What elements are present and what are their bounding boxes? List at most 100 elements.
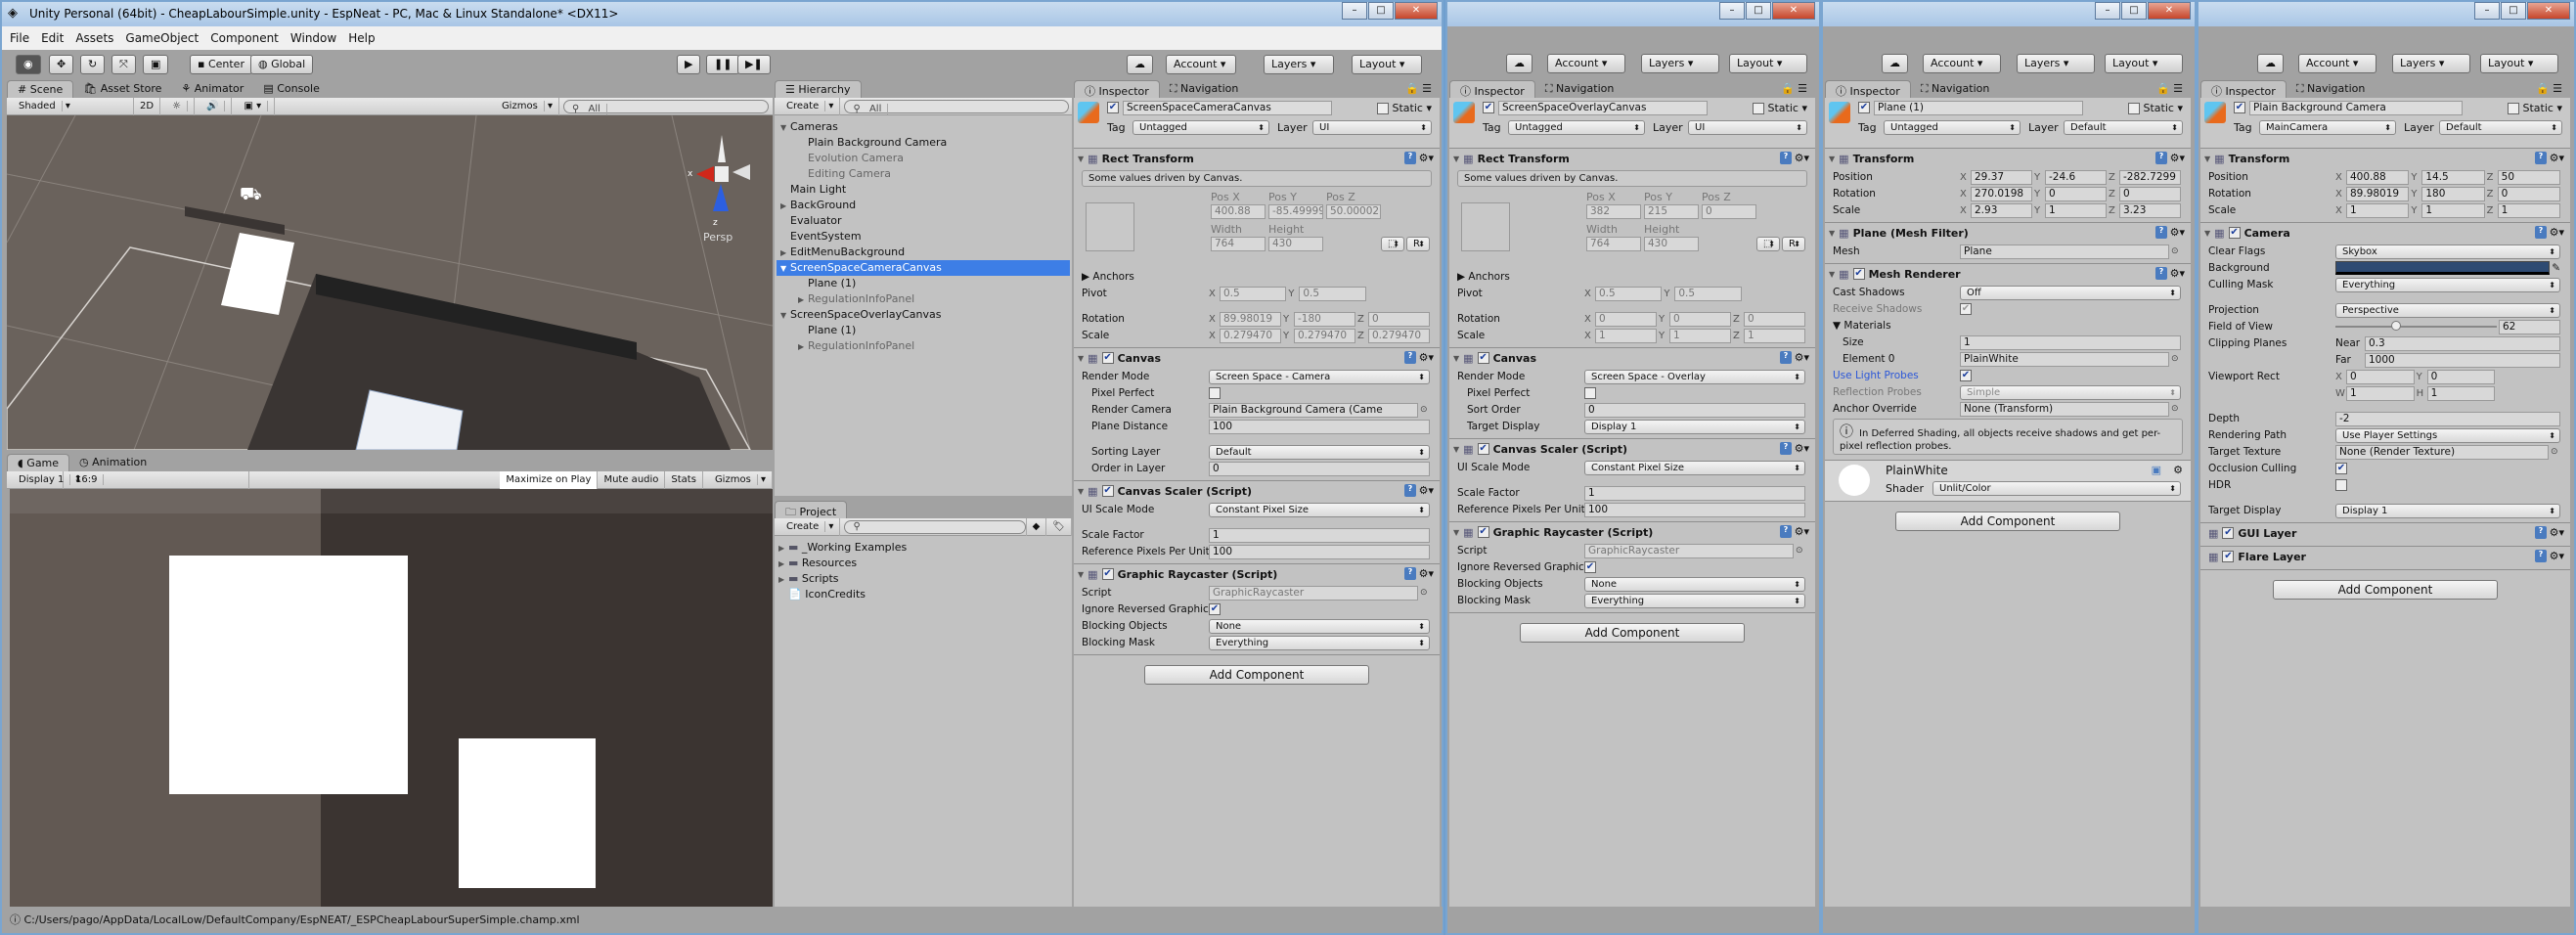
component-enabled-checkbox[interactable]: ✔	[1852, 268, 1865, 280]
layout-dropdown[interactable]: Layout ▾	[1729, 54, 1807, 73]
value-field[interactable]: 0	[1209, 461, 1430, 476]
tag-dropdown[interactable]: Untagged	[1884, 120, 2021, 135]
axis-value-field[interactable]: 1	[1595, 328, 1657, 343]
add-component-button[interactable]: Add Component	[1895, 512, 2120, 531]
axis-value-field[interactable]: 29.37	[1971, 169, 2032, 185]
hierarchy-item[interactable]: Plane (1)	[777, 323, 1070, 338]
axis-value-field[interactable]: -282.7299	[2119, 169, 2181, 185]
axis-value-field[interactable]: 0.279470	[1294, 328, 1355, 343]
tab-scene[interactable]: # Scene	[7, 80, 74, 98]
value-field[interactable]: 100	[1209, 419, 1430, 434]
play-button[interactable]: ▶	[677, 55, 701, 74]
gear-icon[interactable]: ⚙▾	[1795, 525, 1809, 538]
step-button[interactable]: ▶❚	[737, 55, 771, 74]
axis-value-field[interactable]: 14.5	[2421, 169, 2485, 185]
object-name-field[interactable]: ScreenSpaceOverlayCanvas	[1498, 101, 1708, 115]
help-icon[interactable]: ?	[1780, 525, 1792, 538]
pivot-center-toggle[interactable]: ▪ Center	[190, 55, 252, 74]
value-field[interactable]: Plain Background Camera (Came	[1209, 402, 1418, 418]
rect-size-field[interactable]: 430	[1644, 237, 1699, 251]
view-hand-tool[interactable]: ◉	[16, 55, 41, 74]
component-enabled-checkbox[interactable]: ✔	[1101, 568, 1114, 580]
axis-value-field[interactable]: 0.5	[1674, 286, 1742, 301]
tab-navigation[interactable]: ⛶ Navigation	[1160, 80, 1249, 98]
value-field[interactable]: -2	[2335, 411, 2560, 426]
minimize-button[interactable]: –	[2474, 2, 2500, 20]
layer-dropdown[interactable]: Default	[2064, 120, 2183, 135]
value-dropdown[interactable]: None	[1584, 576, 1805, 592]
active-checkbox[interactable]: ✔	[2234, 102, 2245, 113]
account-dropdown[interactable]: Account ▾	[1547, 54, 1625, 73]
object-name-field[interactable]: ScreenSpaceCameraCanvas	[1123, 101, 1332, 115]
axis-value-field[interactable]: 0	[1595, 311, 1657, 327]
effects-dropdown[interactable]: ▣ ▾	[232, 97, 276, 115]
static-checkbox[interactable]	[1377, 103, 1390, 114]
hierarchy-item[interactable]: EventSystem	[777, 229, 1070, 245]
hierarchy-item[interactable]: ▶ RegulationInfoPanel	[777, 291, 1070, 307]
foldout-arrow-icon[interactable]: ▼	[1078, 155, 1084, 163]
lighting-toggle[interactable]: ☼	[160, 97, 196, 115]
axis-value-field[interactable]: 0	[1368, 311, 1430, 327]
component-header[interactable]: ▼ ▦ ✔ Camera? ⚙▾	[2200, 223, 2570, 243]
gear-icon[interactable]: ⚙▾	[2550, 152, 2564, 164]
hierarchy-item[interactable]: ▶ EditMenuBackground	[777, 245, 1070, 260]
help-icon[interactable]: ▣	[2152, 464, 2161, 476]
blueprint-mode-button[interactable]: ⬚	[1381, 237, 1404, 251]
filter-type-icon[interactable]: ◆	[1025, 517, 1047, 536]
axis-value-field[interactable]: 0	[2045, 186, 2107, 201]
component-enabled-checkbox[interactable]: ✔	[1101, 485, 1114, 497]
value-checkbox[interactable]	[1584, 387, 1596, 399]
expand-arrow-icon[interactable]: ▶	[778, 572, 788, 588]
rect-value-field[interactable]: 215	[1644, 204, 1699, 219]
tab-game[interactable]: ◖ Game	[7, 454, 70, 471]
component-enabled-checkbox[interactable]: ✔	[1477, 443, 1489, 455]
foldout-arrow-icon[interactable]: ▼	[1453, 528, 1459, 537]
layer-dropdown[interactable]: UI	[1312, 120, 1432, 135]
gizmos-dropdown[interactable]: Gizmos ▾	[490, 97, 559, 115]
component-header[interactable]: ▼ ▦ ✔ Canvas? ⚙▾	[1449, 348, 1815, 368]
scene-viewport[interactable]: ⛟ x z Persp	[7, 115, 773, 450]
rect-size-field[interactable]: 764	[1586, 237, 1641, 251]
tab-inspector[interactable]: ⓘ Inspector	[1074, 80, 1160, 98]
value-field[interactable]: None (Render Texture)	[2335, 444, 2549, 460]
gear-icon[interactable]: ⚙▾	[2550, 550, 2564, 562]
axis-value-field[interactable]: 1	[2421, 202, 2485, 218]
foldout-arrow-icon[interactable]: ▼	[1078, 487, 1084, 496]
component-header[interactable]: ▼ ▦ Transform? ⚙▾	[1825, 149, 2191, 168]
project-create-button[interactable]: Create ▾	[775, 517, 841, 536]
project-item[interactable]: ▶ ▬ Resources	[778, 556, 1070, 571]
component-header[interactable]: ▼ ▦ ✔ Mesh Renderer? ⚙▾	[1825, 264, 2191, 284]
value-checkbox[interactable]: ✔	[1960, 303, 1972, 315]
value-field[interactable]: 1	[1584, 485, 1805, 501]
rect-value-field[interactable]: 382	[1586, 204, 1641, 219]
expand-arrow-icon[interactable]: ▶	[798, 339, 808, 355]
help-icon[interactable]: ?	[1404, 351, 1416, 364]
mute-audio-toggle[interactable]: Mute audio	[598, 470, 666, 489]
value-dropdown[interactable]: Default	[1209, 444, 1430, 460]
hierarchy-item[interactable]: Main Light	[777, 182, 1070, 198]
hierarchy-item[interactable]: ▼ ScreenSpaceCameraCanvas	[777, 260, 1070, 276]
value-dropdown[interactable]: Everything	[1209, 635, 1430, 650]
foldout-arrow-icon[interactable]: ▼	[2204, 155, 2210, 163]
gear-icon[interactable]: ⚙▾	[1795, 152, 1809, 164]
foldout-arrow-icon[interactable]: ▼	[1829, 155, 1835, 163]
component-header[interactable]: ▼ ▦ Rect Transform? ⚙▾	[1449, 149, 1815, 168]
value-dropdown[interactable]: Screen Space - Camera	[1209, 369, 1430, 384]
menu-file[interactable]: File	[10, 31, 29, 45]
value-dropdown[interactable]: Constant Pixel Size	[1209, 502, 1430, 517]
foldout-arrow-icon[interactable]: ▼	[1453, 354, 1459, 363]
value-dropdown[interactable]: Skybox	[2335, 244, 2560, 259]
cloud-button[interactable]: ☁	[2257, 54, 2284, 73]
tab-navigation[interactable]: ⛶ Navigation	[2287, 80, 2376, 98]
eyedropper-icon[interactable]: ✎	[2552, 262, 2560, 274]
axis-value-field[interactable]: 180	[2421, 186, 2485, 201]
add-component-button[interactable]: Add Component	[1520, 623, 1745, 643]
menu-assets[interactable]: Assets	[75, 31, 113, 45]
pause-button[interactable]: ❚❚	[706, 55, 740, 74]
help-icon[interactable]: ?	[2155, 226, 2167, 239]
active-checkbox[interactable]: ✔	[1107, 102, 1119, 113]
menu-component[interactable]: Component	[210, 31, 279, 45]
static-toggle[interactable]: Static ▾	[1377, 102, 1432, 114]
value-field[interactable]: 100	[1209, 544, 1430, 559]
value-dropdown[interactable]: Perspective	[2335, 302, 2560, 318]
